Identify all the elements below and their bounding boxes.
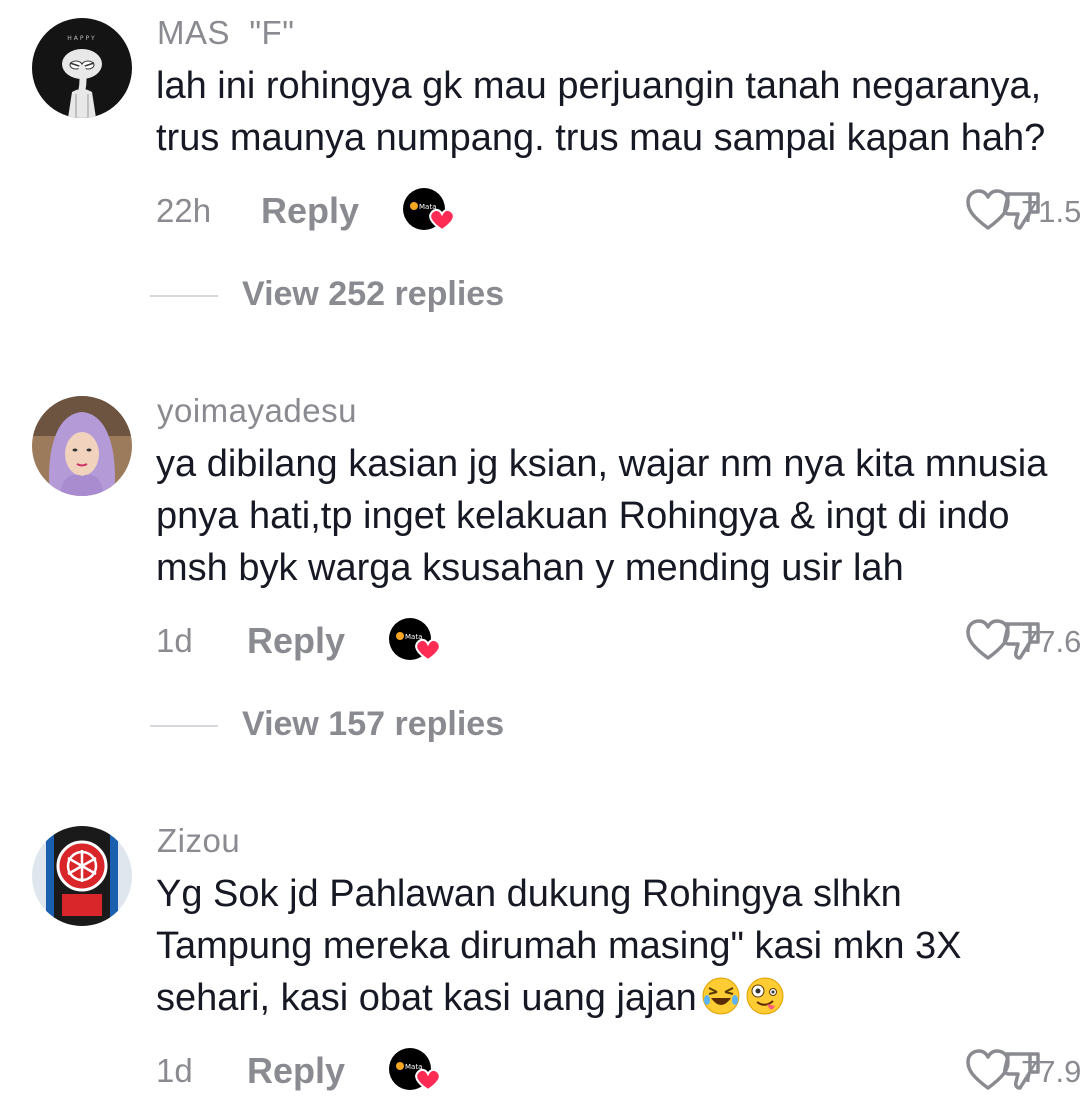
user-avatar[interactable]: HAPPY [32, 18, 132, 118]
hijab-portrait-avatar-icon [32, 396, 132, 496]
comment-text-body: Yg Sok jd Pahlawan dukung Rohingya slhkn… [156, 873, 962, 1019]
view-replies-label: View 157 replies [242, 705, 505, 743]
comment-time: 22h [156, 192, 212, 229]
yamaha-logo-avatar-icon [32, 826, 132, 926]
creator-liked-badge-icon: Mata [402, 186, 458, 234]
reply-button[interactable]: Reply [261, 190, 359, 232]
view-replies-label: View 252 replies [242, 275, 505, 313]
comment-actions: 1d Reply Mata 77.6K [0, 616, 1080, 666]
creator-liked-badge-icon: Mata [388, 1046, 444, 1094]
view-replies-button[interactable]: View 252 replies [150, 273, 650, 317]
thumbs-down-icon[interactable] [1002, 1050, 1042, 1092]
comment-username[interactable]: yoimayadesu [157, 392, 357, 430]
comment-text: Yg Sok jd Pahlawan dukung Rohingya slhkn… [156, 868, 1056, 1030]
user-avatar[interactable] [32, 396, 132, 496]
divider-line [150, 725, 218, 727]
comment-text: ya dibilang kasian jg ksian, wajar nm ny… [156, 443, 1048, 589]
avatar-caption: HAPPY [67, 35, 96, 42]
comment-username[interactable]: MAS "F" [157, 14, 294, 52]
zany-face-emoji [745, 976, 785, 1030]
creator-liked-badge-icon: Mata [388, 616, 444, 664]
user-avatar[interactable] [32, 826, 132, 926]
rolling-on-floor-laughing-emoji [701, 976, 741, 1030]
reply-button[interactable]: Reply [247, 1050, 345, 1092]
comment-text: lah ini rohingya gk mau perjuangin tanah… [156, 65, 1046, 159]
divider-line [150, 295, 218, 297]
comment-username[interactable]: Zizou [157, 822, 240, 860]
comment-actions: 1d Reply Mata 77.9K [0, 1046, 1080, 1096]
reply-button[interactable]: Reply [247, 620, 345, 662]
squidward-avatar-icon: HAPPY [32, 18, 132, 118]
comment-time: 1d [156, 622, 193, 659]
comment-actions: 22h Reply Mata 71.5K [0, 186, 1080, 236]
thumbs-down-icon[interactable] [1002, 190, 1042, 232]
view-replies-button[interactable]: View 157 replies [150, 703, 650, 747]
comment-time: 1d [156, 1052, 193, 1089]
thumbs-down-icon[interactable] [1002, 620, 1042, 662]
